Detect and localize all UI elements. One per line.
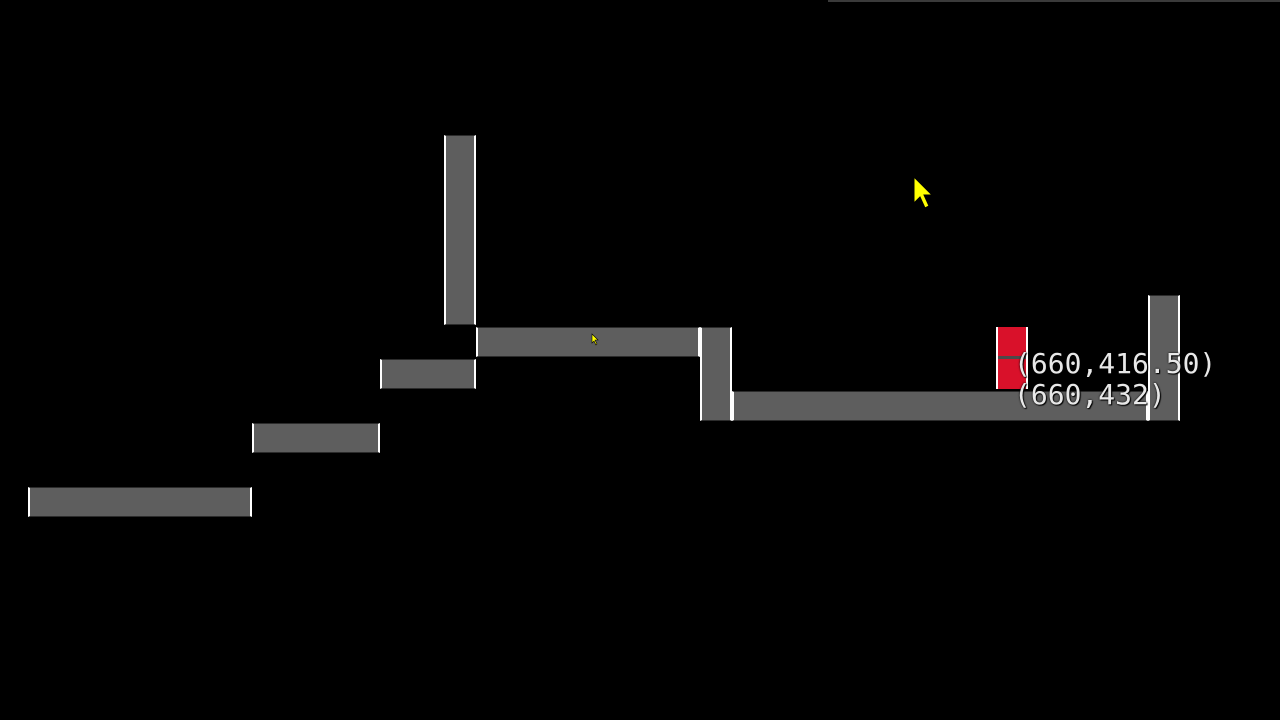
arrow-cursor-icon — [913, 176, 934, 209]
top-edge-line — [828, 0, 1280, 2]
platform-block — [28, 487, 252, 517]
coord-readout-secondary: (660,432) — [1014, 378, 1166, 411]
small-arrow-cursor-icon — [591, 333, 599, 346]
platform-block — [476, 327, 700, 357]
wall-block — [444, 135, 476, 325]
coord-readout-primary: (660,416.50) — [1014, 347, 1217, 380]
wall-block — [700, 327, 732, 421]
platform-block — [252, 423, 380, 453]
platform-block — [380, 359, 476, 389]
